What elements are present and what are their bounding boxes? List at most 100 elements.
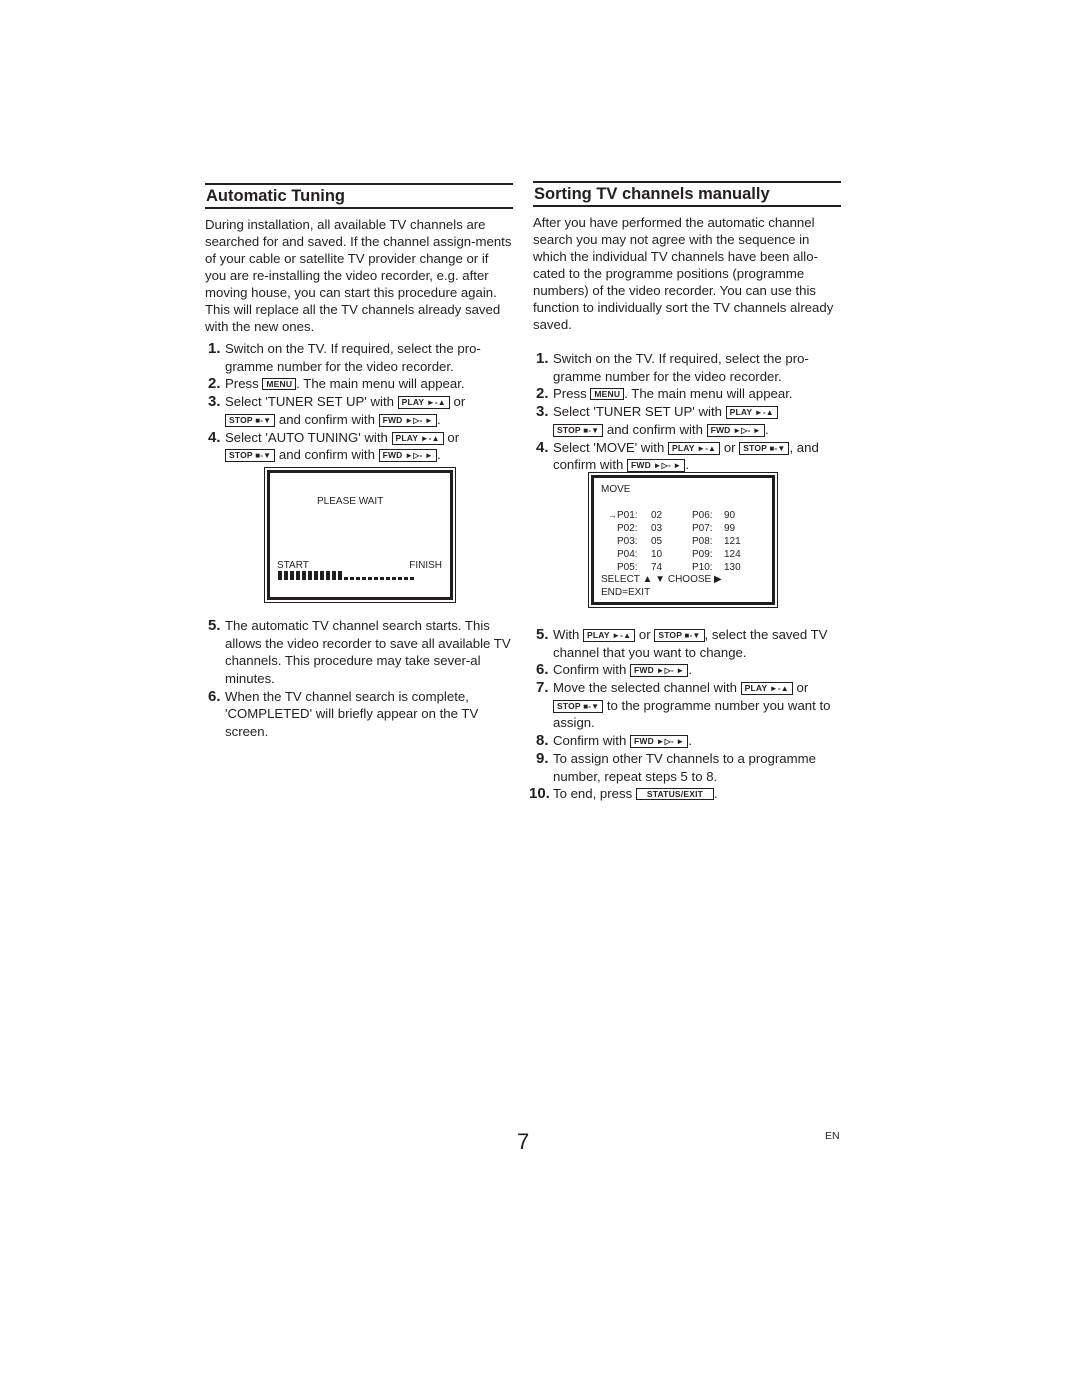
screen-title: PLEASE WAIT	[317, 496, 384, 507]
step-item: 6. Confirm with FWD ►▷- ►.	[533, 661, 841, 679]
step-text: .	[688, 662, 693, 678]
step-number: 1.	[536, 350, 549, 367]
stop-down-icon: ■-▼	[583, 701, 600, 711]
channel-value: 99	[724, 523, 736, 534]
key-name: PLAY	[401, 397, 425, 408]
progress-segment-filled	[284, 571, 288, 580]
step-text: . The main menu will appear.	[296, 376, 465, 392]
step-text: To assign other TV channels to a program…	[553, 750, 816, 784]
step-item: 5. The automatic TV channel search starts…	[205, 617, 513, 688]
step-text: Select 'TUNER SET UP' with	[553, 404, 726, 420]
key-name: STOP	[229, 450, 253, 461]
step-number: 5.	[536, 625, 549, 643]
key-name: STOP	[658, 629, 682, 640]
play-up-icon: ►-▲	[420, 433, 440, 443]
key-name: PLAY	[744, 683, 768, 694]
stop-key-label: STOP ■-▼	[654, 628, 705, 642]
step-number: 4.	[536, 438, 549, 456]
channel-value: 02	[651, 510, 663, 521]
step-item: 10. To end, press STATUS/EXIT.	[529, 785, 841, 803]
key-name: STOP	[557, 700, 581, 711]
step-text: Select 'MOVE' with	[553, 439, 668, 455]
progress-segment-filled	[302, 571, 306, 580]
step-item: 4. Select 'AUTO TUNING' with PLAY ►-▲ or …	[205, 429, 513, 464]
progress-segment-empty	[410, 577, 414, 580]
step-text: .	[436, 447, 441, 463]
stop-key-label: STOP ■-▼	[739, 441, 790, 455]
step-text: Switch on the TV. If required, select th…	[225, 341, 481, 374]
channel-value: 10	[651, 549, 663, 560]
step-item: 6. When the TV channel search is complete…	[205, 688, 513, 741]
step-text: or	[449, 394, 466, 410]
step-item: 2. Press MENU. The main menu will appear.	[205, 375, 513, 393]
channel-value: 124	[724, 549, 741, 560]
stop-down-icon: ■-▼	[583, 425, 600, 435]
fwd-right-icon: ►▷- ►	[405, 451, 433, 461]
progress-segment-empty	[362, 577, 366, 580]
step-item: 2. Press MENU. The main menu will appear.	[533, 385, 841, 403]
step-text: . The main menu will appear.	[624, 386, 793, 402]
step-text: .	[714, 786, 718, 802]
step-text: and confirm with	[275, 411, 379, 427]
stop-key-label: STOP ■-▼	[553, 699, 604, 713]
step-item: 7. Move the selected channel with PLAY ►-…	[533, 679, 841, 732]
step-text: Select 'AUTO TUNING' with	[225, 429, 392, 445]
key-name: PLAY	[395, 432, 419, 443]
play-key-label: PLAY ►-▲	[391, 431, 444, 445]
progress-finish-label: FINISH	[409, 560, 442, 571]
step-number: 10.	[529, 785, 550, 803]
step-text: Press	[553, 386, 591, 402]
section-heading: Sorting TV channels manually	[533, 181, 841, 207]
progress-segment-empty	[380, 577, 384, 580]
fwd-key-label: FWD ►▷- ►	[629, 735, 689, 749]
status-exit-key-label: STATUS/EXIT	[635, 788, 715, 801]
table-row: P05: 74 P10: 130	[594, 561, 772, 574]
programme-label: P09:	[692, 549, 713, 560]
fwd-right-icon: ►▷- ►	[653, 461, 682, 471]
table-row: P03: 05 P08: 121	[594, 535, 772, 548]
step-number: 2.	[208, 375, 221, 393]
progress-segment-empty	[356, 577, 360, 580]
stop-key-label: STOP ■-▼	[553, 423, 604, 437]
step-text: and confirm with	[275, 447, 379, 463]
stop-key-label: STOP ■-▼	[225, 413, 276, 427]
step-text: or	[635, 626, 655, 642]
fwd-key-label: FWD ►▷- ►	[378, 413, 437, 427]
step-text: and confirm with	[603, 421, 707, 437]
step-text: Move the selected channel with	[553, 680, 741, 696]
stop-key-label: STOP ■-▼	[225, 449, 276, 463]
progress-segment-filled	[338, 571, 342, 580]
step-item: 9. To assign other TV channels to a progr…	[533, 750, 841, 785]
step-text: .	[688, 733, 693, 749]
steps-list: 5. The automatic TV channel search starts…	[205, 617, 513, 741]
step-number: 2.	[536, 385, 549, 403]
play-up-icon: ►-▲	[754, 408, 774, 418]
progress-segment-filled	[326, 571, 330, 580]
key-name: STOP	[229, 414, 253, 425]
play-key-label: PLAY ►-▲	[397, 396, 450, 410]
end-exit-hint: END=EXIT	[601, 587, 651, 598]
step-text: Switch on the TV. If required, select th…	[553, 351, 809, 384]
progress-segment-empty	[368, 577, 372, 580]
table-row: P04: 10 P09: 124	[594, 548, 772, 561]
step-number: 8.	[536, 732, 549, 750]
play-key-label: PLAY ►-▲	[583, 628, 636, 642]
section-automatic-tuning: Automatic Tuning During installation, al…	[205, 183, 513, 741]
stop-down-icon: ■-▼	[769, 443, 786, 453]
progress-bar	[278, 571, 414, 580]
stop-down-icon: ■-▼	[684, 630, 701, 640]
step-number: 4.	[208, 428, 221, 446]
programme-label: P07:	[692, 523, 713, 534]
play-up-icon: ►-▲	[769, 684, 789, 694]
play-key-label: PLAY ►-▲	[667, 441, 721, 455]
key-name: STOP	[743, 442, 767, 453]
channel-table: → P01: 02 P06: 90 P02: 03 P07: 99 P03: 05 P08: 121…	[594, 509, 772, 574]
step-item: 8. Confirm with FWD ►▷- ►.	[533, 732, 841, 750]
step-text: .	[685, 457, 690, 473]
menu-key-label: MENU	[262, 378, 297, 391]
channel-value: 03	[651, 523, 663, 534]
play-key-label: PLAY ►-▲	[725, 406, 778, 420]
progress-segment-empty	[350, 577, 354, 580]
programme-label: P08:	[692, 536, 713, 547]
key-name: PLAY	[729, 407, 753, 418]
